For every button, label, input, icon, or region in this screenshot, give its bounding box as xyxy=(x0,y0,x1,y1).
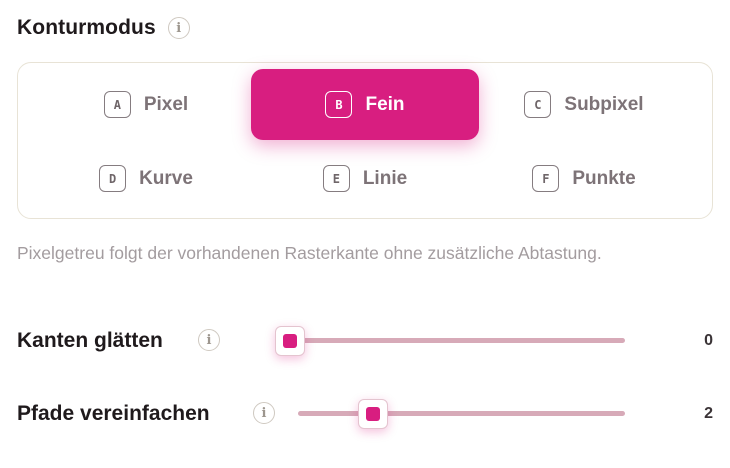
slider-row-simplify-paths: Pfade vereinfachen i 2 xyxy=(17,394,713,434)
mode-button-subpixel[interactable]: C Subpixel xyxy=(470,69,698,140)
key-badge-icon: B xyxy=(325,91,353,118)
mode-button-linie[interactable]: E Linie xyxy=(251,143,479,214)
key-badge-icon: A xyxy=(103,91,131,118)
mode-button-kurve[interactable]: D Kurve xyxy=(32,143,260,214)
info-icon[interactable]: i xyxy=(253,402,275,424)
slider-row-smooth-edges: Kanten glätten i 0 xyxy=(17,321,713,361)
slider-thumb[interactable] xyxy=(358,399,388,429)
mode-label: Subpixel xyxy=(564,93,644,115)
section-header: Konturmodus i xyxy=(17,16,190,40)
key-badge-icon: F xyxy=(532,165,560,192)
slider-value: 2 xyxy=(704,405,713,422)
slider-label: Kanten glätten xyxy=(17,329,163,352)
info-icon[interactable]: i xyxy=(198,329,220,351)
mode-label: Linie xyxy=(362,167,408,189)
key-badge-icon: C xyxy=(524,91,552,118)
info-icon[interactable]: i xyxy=(167,17,190,39)
key-badge-icon: D xyxy=(99,165,127,192)
mode-button-pixel[interactable]: A Pixel xyxy=(32,69,260,140)
mode-button-punkte[interactable]: F Punkte xyxy=(470,143,698,214)
mode-label: Punkte xyxy=(572,167,636,189)
mode-label: Fein xyxy=(365,93,405,115)
mode-label: Kurve xyxy=(139,167,193,189)
slider-label: Pfade vereinfachen xyxy=(17,402,210,425)
mode-label: Pixel xyxy=(143,93,189,115)
section-title: Konturmodus xyxy=(17,16,156,39)
contour-mode-selector: A Pixel B Fein C Subpixel D Kurve E Lini… xyxy=(17,62,713,219)
mode-description: Pixelgetreu folgt der vorhandenen Raster… xyxy=(17,243,602,263)
slider-track[interactable] xyxy=(298,411,625,416)
slider-track[interactable] xyxy=(275,338,625,343)
slider-value: 0 xyxy=(704,332,713,349)
slider-thumb[interactable] xyxy=(275,326,305,356)
mode-button-fein[interactable]: B Fein xyxy=(251,69,479,140)
key-badge-icon: E xyxy=(322,165,350,192)
